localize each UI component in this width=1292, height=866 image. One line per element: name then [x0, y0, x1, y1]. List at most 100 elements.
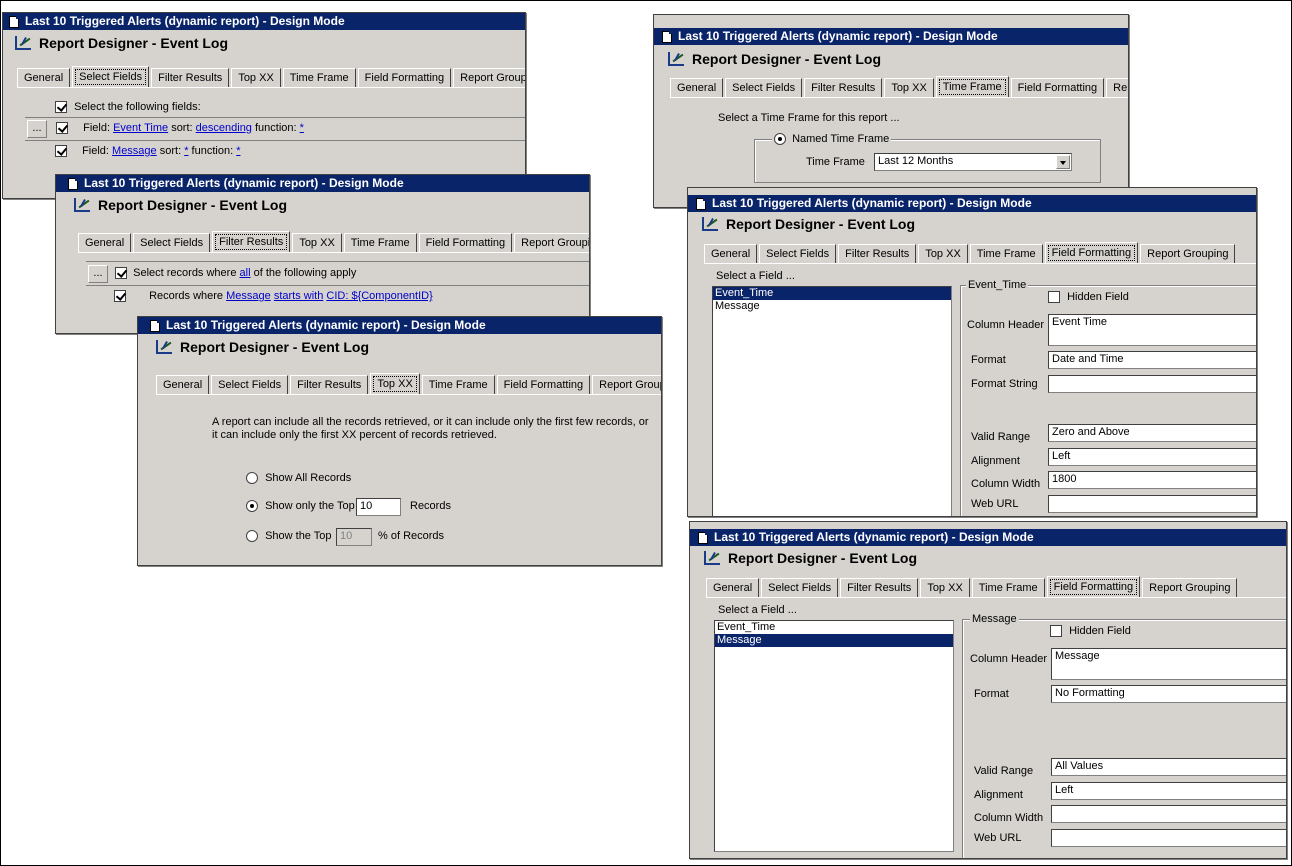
named-time-frame-label: Named Time Frame	[792, 133, 890, 145]
tab-field-formatting[interactable]: Field Formatting	[1044, 242, 1139, 264]
document-icon	[150, 319, 160, 332]
function-link[interactable]: *	[300, 122, 304, 134]
column-width-input[interactable]	[1051, 805, 1286, 823]
web-url-input[interactable]	[1051, 829, 1286, 847]
tab-general[interactable]: General	[156, 375, 210, 395]
tab-field-formatting[interactable]: Field Formatting	[1046, 576, 1141, 598]
valid-range-input[interactable]: All Values	[1051, 758, 1286, 776]
filter-operator-link[interactable]: starts with	[274, 290, 324, 302]
field-listbox[interactable]: Event_Time Message	[714, 620, 954, 852]
tab-general[interactable]: General	[670, 78, 724, 98]
tab-filter-results[interactable]: Filter Results	[840, 578, 919, 598]
time-frame-select[interactable]: Last 12 Months	[874, 153, 1072, 171]
filter-field-link[interactable]: Message	[226, 290, 271, 302]
tab-top-xx[interactable]: Top XX	[231, 68, 281, 88]
filter-condition-checkbox[interactable]	[114, 290, 126, 303]
field-row-1-checkbox[interactable]	[56, 122, 69, 135]
tab-time-frame[interactable]: Time Frame	[343, 233, 417, 253]
column-width-input[interactable]: 1800	[1048, 471, 1256, 489]
list-item[interactable]: Message	[715, 634, 953, 647]
column-header-label: Column Header	[967, 319, 1045, 331]
tab-time-frame[interactable]: Time Frame	[282, 68, 356, 88]
field-listbox[interactable]: Event_Time Message	[712, 286, 952, 516]
tab-field-formatting[interactable]: Field Formatting	[1010, 78, 1105, 98]
field-row-2-checkbox[interactable]	[55, 145, 67, 158]
tab-field-formatting[interactable]: Field Formatting	[357, 68, 452, 88]
tab-filter-results[interactable]: Filter Results	[804, 78, 883, 98]
tab-time-frame[interactable]: Time Frame	[969, 244, 1043, 264]
hidden-field-label: Hidden Field	[1069, 625, 1131, 637]
valid-range-input[interactable]: Zero and Above	[1048, 424, 1256, 442]
column-header-input[interactable]: Message	[1051, 648, 1286, 680]
column-width-label: Column Width	[974, 812, 1044, 824]
tab-top-xx[interactable]: Top XX	[292, 233, 342, 253]
hidden-field-checkbox[interactable]	[1048, 291, 1060, 304]
filter-all-link[interactable]: all	[240, 267, 251, 279]
format-string-input[interactable]	[1048, 375, 1256, 393]
tab-select-fields[interactable]: Select Fields	[211, 375, 289, 395]
document-icon	[696, 197, 706, 210]
tab-select-fields[interactable]: Select Fields	[72, 66, 150, 88]
format-input[interactable]: Date and Time	[1048, 351, 1256, 369]
sort-link[interactable]: *	[184, 145, 188, 157]
tab-top-xx[interactable]: Top XX	[884, 78, 934, 98]
tab-strip: General Select Fields Filter Results Top…	[706, 576, 1239, 598]
tab-report-grouping[interactable]: Report Grouping	[453, 68, 525, 88]
tab-report-grouping[interactable]: Report Grou	[1106, 78, 1128, 98]
tab-select-fields[interactable]: Select Fields	[133, 233, 211, 253]
field-link-message[interactable]: Message	[112, 145, 157, 157]
field-row-1-ellipsis-button[interactable]: ...	[27, 120, 47, 138]
top-records-input[interactable]: 10	[356, 498, 401, 516]
tab-time-frame[interactable]: Time Frame	[421, 375, 495, 395]
tab-general[interactable]: General	[706, 578, 760, 598]
tab-filter-results[interactable]: Filter Results	[290, 375, 369, 395]
tab-top-xx[interactable]: Top XX	[918, 244, 968, 264]
tab-time-frame[interactable]: Time Frame	[935, 76, 1009, 98]
show-top-radio[interactable]	[246, 500, 258, 513]
filter-all-checkbox[interactable]	[115, 267, 128, 280]
title-bar: Last 10 Triggered Alerts (dynamic report…	[56, 175, 589, 192]
sort-link-descending[interactable]: descending	[196, 122, 252, 134]
tab-report-grouping[interactable]: Report Grouping	[1140, 244, 1236, 264]
tab-filter-results[interactable]: Filter Results	[212, 231, 291, 253]
list-item[interactable]: Event_Time	[713, 287, 951, 300]
tab-report-grouping[interactable]: Report Grouping	[1142, 578, 1238, 598]
show-percent-radio[interactable]	[246, 530, 258, 543]
tab-field-formatting[interactable]: Field Formatting	[418, 233, 513, 253]
alignment-input[interactable]: Left	[1051, 782, 1286, 800]
title-bar: Last 10 Triggered Alerts (dynamic report…	[688, 195, 1256, 212]
select-all-checkbox[interactable]	[55, 101, 67, 114]
tab-select-fields[interactable]: Select Fields	[759, 244, 837, 264]
field-link-event-time[interactable]: Event Time	[113, 122, 168, 134]
filter-ellipsis-button[interactable]: ...	[88, 265, 108, 283]
tab-report-grouping[interactable]: Report Grouping	[514, 233, 589, 253]
tab-select-fields[interactable]: Select Fields	[761, 578, 839, 598]
tab-general[interactable]: General	[78, 233, 132, 253]
alignment-input[interactable]: Left	[1048, 448, 1256, 466]
hidden-field-checkbox[interactable]	[1050, 625, 1062, 638]
chevron-down-icon[interactable]	[1056, 155, 1070, 169]
tab-general[interactable]: General	[17, 68, 71, 88]
format-input[interactable]: No Formatting	[1051, 685, 1286, 703]
web-url-input[interactable]	[1048, 495, 1256, 513]
show-all-radio[interactable]	[246, 472, 258, 485]
function-link[interactable]: *	[236, 145, 240, 157]
window-time-frame: Last 10 Triggered Alerts (dynamic report…	[653, 14, 1129, 208]
tab-top-xx[interactable]: Top XX	[370, 373, 420, 395]
tab-field-formatting[interactable]: Field Formatting	[496, 375, 591, 395]
named-time-frame-radio[interactable]	[774, 133, 786, 146]
column-header-input[interactable]: Event Time	[1048, 314, 1256, 346]
tab-select-fields[interactable]: Select Fields	[725, 78, 803, 98]
list-item[interactable]: Message	[713, 300, 951, 313]
tab-general[interactable]: General	[704, 244, 758, 264]
tab-report-grouping[interactable]: Report Grouping	[592, 375, 661, 395]
web-url-label: Web URL	[971, 498, 1019, 510]
tab-time-frame[interactable]: Time Frame	[971, 578, 1045, 598]
field-properties-legend: Event_Time	[966, 279, 1029, 291]
filter-value-link[interactable]: CID: ${ComponentID}	[326, 290, 432, 302]
tab-filter-results[interactable]: Filter Results	[151, 68, 230, 88]
tab-filter-results[interactable]: Filter Results	[838, 244, 917, 264]
top-percent-input[interactable]: 10	[336, 528, 372, 546]
list-item[interactable]: Event_Time	[715, 621, 953, 634]
tab-top-xx[interactable]: Top XX	[920, 578, 970, 598]
